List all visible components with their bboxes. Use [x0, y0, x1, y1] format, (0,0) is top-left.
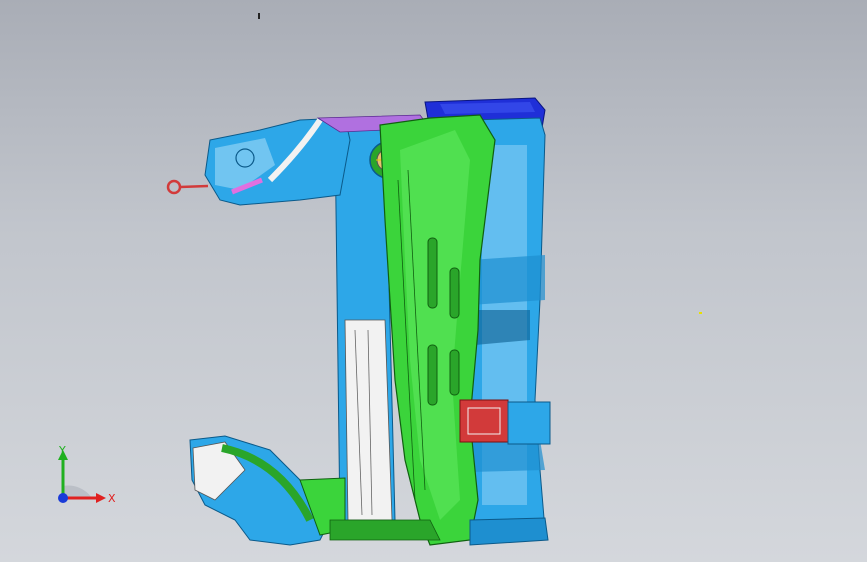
graphics-viewport[interactable]: Y X — [0, 0, 867, 562]
bottom-crossbar — [329, 519, 441, 541]
z-axis-origin-icon — [58, 493, 68, 503]
tow-hook-shaft — [179, 184, 209, 189]
slot — [427, 344, 438, 406]
right-frame-pocket — [475, 310, 530, 345]
slot — [449, 267, 460, 319]
x-arrow-icon — [96, 493, 106, 503]
reference-triad: Y X — [58, 444, 116, 505]
slot — [449, 349, 460, 396]
sketch-point — [699, 312, 702, 314]
bottom-right-foot — [469, 517, 549, 546]
red-insert[interactable] — [459, 399, 509, 443]
x-axis-label: X — [108, 492, 116, 505]
slot — [427, 237, 438, 309]
origin-marker — [258, 13, 260, 19]
y-axis-label: Y — [58, 444, 66, 457]
tow-hook-icon[interactable] — [166, 179, 182, 195]
cad-model[interactable] — [0, 0, 867, 562]
insert-bracket — [507, 401, 551, 445]
top-bracket-face — [440, 102, 535, 114]
right-frame-cross-1 — [470, 255, 545, 305]
right-frame-cross-2 — [470, 440, 545, 472]
